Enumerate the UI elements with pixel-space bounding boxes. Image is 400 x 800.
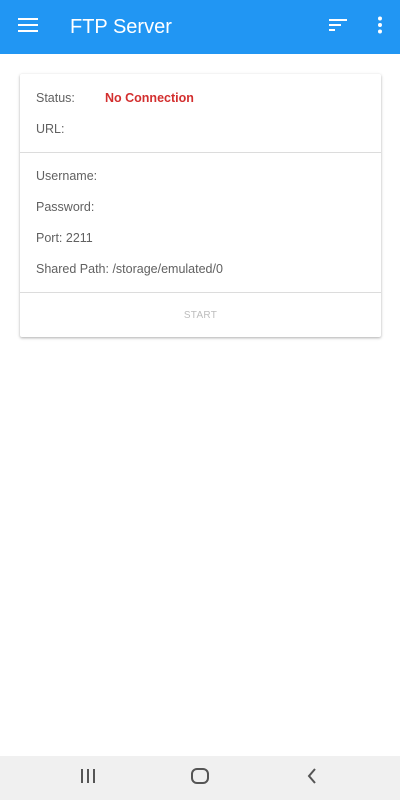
status-row: Status: No Connection: [36, 90, 194, 106]
menu-button[interactable]: [8, 7, 48, 47]
username-label: Username:: [36, 169, 98, 183]
url-label: URL:: [36, 122, 65, 136]
menu-icon: [18, 17, 38, 38]
home-icon: [191, 767, 209, 789]
recent-apps-button[interactable]: [68, 758, 108, 798]
sort-icon: [329, 18, 347, 37]
divider: [20, 152, 381, 153]
app-bar: FTP Server: [0, 0, 400, 54]
shared-path-label: Shared Path: /storage/emulated/0: [36, 262, 223, 276]
back-icon: [307, 767, 317, 789]
password-label: Password:: [36, 200, 95, 214]
server-info-card: Status: No Connection URL: Username: Pas…: [20, 74, 381, 337]
more-options-button[interactable]: [360, 7, 400, 47]
port-label: Port: 2211: [36, 231, 93, 245]
status-label: Status:: [36, 91, 75, 105]
more-vert-icon: [377, 16, 383, 39]
home-button[interactable]: [180, 758, 220, 798]
ftp-server-screen: FTP Server Status: No Connection URL: Us…: [0, 0, 400, 800]
recent-apps-icon: [80, 768, 96, 788]
status-value: No Connection: [105, 91, 194, 105]
start-button[interactable]: START: [20, 293, 381, 337]
system-nav-bar: [0, 756, 400, 800]
sort-button[interactable]: [318, 7, 358, 47]
app-title: FTP Server: [70, 16, 172, 38]
back-button[interactable]: [292, 758, 332, 798]
